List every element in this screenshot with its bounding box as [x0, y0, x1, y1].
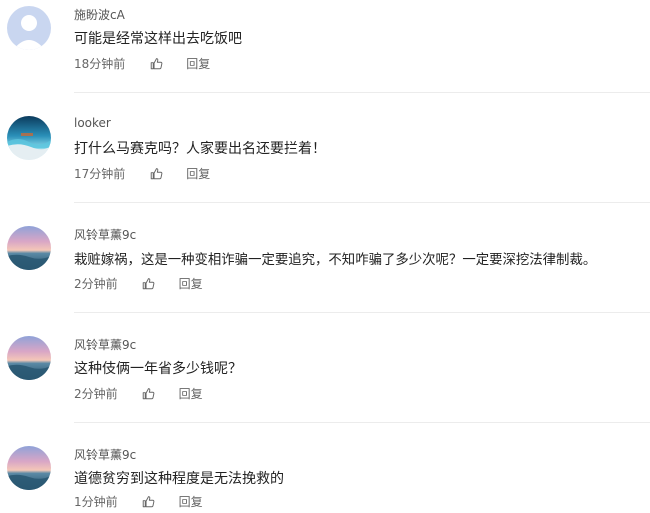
comment-text: 打什么马赛克吗？人家要出名还要拦着！: [74, 141, 326, 157]
comment-time: 2分钟前: [74, 387, 118, 401]
comment-time: 2分钟前: [74, 277, 118, 291]
thumbs-up-icon[interactable]: [149, 167, 163, 181]
thumbs-up-icon[interactable]: [142, 495, 156, 509]
comment-meta: 17分钟前 回复: [74, 165, 210, 182]
sunset-sea-avatar-icon: [7, 336, 51, 380]
comment-text: 道德贫穷到这种程度是无法挽救的: [74, 471, 284, 487]
username[interactable]: 风铃草薰9c: [74, 336, 136, 353]
sunset-sea-avatar-icon: [7, 446, 51, 490]
avatar[interactable]: [7, 6, 51, 50]
reply-button[interactable]: 回复: [179, 493, 203, 510]
comment-meta: 1分钟前 回复: [74, 493, 203, 510]
comment-item: 风铃草薰9c 道德贫穷到这种程度是无法挽救的 1分钟前 回复: [0, 440, 650, 513]
comment-time: 17分钟前: [74, 167, 126, 181]
comment-meta: 18分钟前 回复: [74, 55, 210, 72]
username[interactable]: 风铃草薰9c: [74, 226, 136, 243]
reply-button[interactable]: 回复: [179, 275, 203, 292]
comment-meta: 2分钟前 回复: [74, 385, 203, 402]
avatar[interactable]: [7, 336, 51, 380]
username[interactable]: 施盼波cA: [74, 6, 125, 23]
username[interactable]: looker: [74, 116, 111, 130]
thumbs-up-icon[interactable]: [142, 387, 156, 401]
comment-text: 可能是经常这样出去吃饭吧: [74, 31, 242, 47]
ocean-photo-avatar-icon: [7, 116, 51, 160]
avatar[interactable]: [7, 446, 51, 490]
comment-text: 栽赃嫁祸，这是一种变相诈骗一定要追究，不知咋骗了多少次呢？一定要深挖法律制裁。: [74, 253, 597, 268]
comment-text: 这种伎俩一年省多少钱呢？: [74, 361, 242, 377]
comment-time: 18分钟前: [74, 57, 126, 71]
avatar[interactable]: [7, 226, 51, 270]
comment-item: looker 打什么马赛克吗？人家要出名还要拦着！ 17分钟前 回复: [0, 110, 650, 220]
default-avatar-icon: [7, 6, 51, 50]
reply-button[interactable]: 回复: [179, 385, 203, 402]
reply-button[interactable]: 回复: [186, 55, 210, 72]
divider: [74, 202, 650, 203]
comment-item: 风铃草薰9c 栽赃嫁祸，这是一种变相诈骗一定要追究，不知咋骗了多少次呢？一定要深…: [0, 220, 650, 330]
thumbs-up-icon[interactable]: [142, 277, 156, 291]
thumbs-up-icon[interactable]: [149, 57, 163, 71]
divider: [74, 422, 650, 423]
divider: [74, 92, 650, 93]
sunset-sea-avatar-icon: [7, 226, 51, 270]
username[interactable]: 风铃草薰9c: [74, 446, 136, 463]
divider: [74, 312, 650, 313]
reply-button[interactable]: 回复: [186, 165, 210, 182]
comment-item: 施盼波cA 可能是经常这样出去吃饭吧 18分钟前 回复: [0, 0, 650, 110]
avatar[interactable]: [7, 116, 51, 160]
comment-time: 1分钟前: [74, 495, 118, 509]
comment-meta: 2分钟前 回复: [74, 275, 203, 292]
comment-item: 风铃草薰9c 这种伎俩一年省多少钱呢？ 2分钟前 回复: [0, 330, 650, 440]
